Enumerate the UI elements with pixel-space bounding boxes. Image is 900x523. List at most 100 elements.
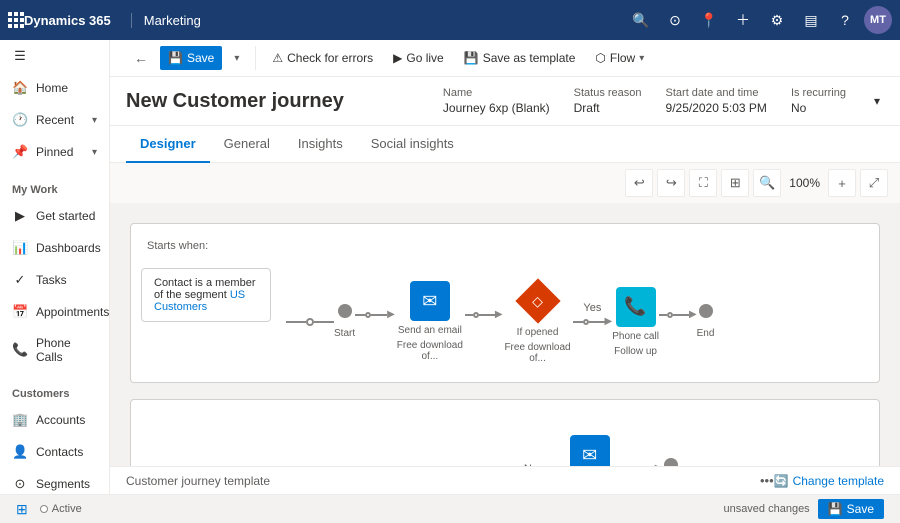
save-dropdown-button[interactable]: ▾ [226, 48, 247, 69]
settings-icon[interactable]: ⚙ [762, 5, 792, 35]
location-icon[interactable]: 📍 [694, 5, 724, 35]
sidebar-item-recent[interactable]: 🕐 Recent ▾ [0, 104, 109, 136]
node-if-opened[interactable]: ◇ If opened Free download of... [503, 279, 573, 364]
tab-general[interactable]: General [210, 126, 284, 163]
condition-start-box: Contact is a member of the segment US Cu… [141, 256, 271, 322]
status-save-button[interactable]: 💾 Save [818, 499, 884, 519]
recurring-value: No [791, 101, 846, 115]
dashboards-icon: 📊 [12, 240, 28, 256]
pin-icon: 📌 [12, 144, 28, 160]
node-email-1[interactable]: ✉ Send an email Free download of... [395, 281, 465, 362]
node-phone-call[interactable]: 📞 Phone call Follow up [612, 287, 659, 357]
connector-email2-end: ▶ [625, 463, 663, 466]
connector-start-email: ▶ [355, 309, 395, 320]
grid-menu-icon[interactable] [8, 12, 24, 28]
template-options-icon[interactable]: ••• [760, 473, 774, 488]
sidebar-item-segments[interactable]: ⊙ Segments [0, 468, 109, 494]
sidebar-item-dashboards[interactable]: 📊 Dashboards [0, 232, 109, 264]
save-dropdown-arrow: ▾ [234, 53, 239, 64]
zoom-out-button[interactable]: 🔍 [753, 169, 781, 197]
check-icon: ⚠ [272, 51, 283, 65]
redo-button[interactable]: ↪ [657, 169, 685, 197]
page-header: New Customer journey Name Journey 6xp (B… [110, 77, 900, 126]
recent-apps-icon[interactable]: ⊙ [660, 5, 690, 35]
fullscreen-button[interactable]: ⤢ [860, 169, 888, 197]
sidebar-item-appointments[interactable]: 📅 Appointments [0, 296, 109, 328]
save-template-button[interactable]: 💾 Save as template [456, 46, 584, 70]
hamburger-icon: ☰ [12, 48, 28, 64]
sidebar-item-pinned[interactable]: 📌 Pinned ▾ [0, 136, 109, 168]
flow-button[interactable]: ⬡ Flow ▾ [587, 46, 652, 70]
line2 [314, 321, 334, 323]
zoom-in-button[interactable]: + [828, 169, 856, 197]
sidebar-item-home[interactable]: 🏠 Home [0, 72, 109, 104]
status-label: Status reason [574, 87, 642, 99]
page-title: New Customer journey [126, 90, 443, 113]
toolbar: ← 💾 Save ▾ ⚠ Check for errors ▶ Go live … [110, 40, 900, 77]
tab-insights[interactable]: Insights [284, 126, 357, 163]
save-label: Save [187, 51, 214, 65]
node-end-1: End [697, 304, 715, 339]
appointments-icon: 📅 [12, 304, 28, 320]
check-errors-button[interactable]: ⚠ Check for errors [264, 46, 381, 70]
connector-to-start [286, 318, 334, 326]
undo-button[interactable]: ↩ [625, 169, 653, 197]
sidebar-segments-label: Segments [36, 477, 97, 491]
go-live-icon: ▶ [393, 51, 402, 65]
phone-calls-icon: 📞 [12, 342, 28, 358]
yes-line: ▶ [573, 316, 613, 327]
add-icon[interactable]: ＋ [728, 5, 758, 35]
save-button[interactable]: 💾 Save [160, 46, 222, 70]
sidebar: ☰ 🏠 Home 🕐 Recent ▾ 📌 Pinned ▾ My Work ▶… [0, 40, 110, 494]
tab-social-insights[interactable]: Social insights [357, 126, 468, 163]
save-template-label: Save as template [483, 51, 576, 65]
sidebar-item-phone-calls[interactable]: 📞 Phone Calls [0, 328, 109, 372]
meta-expand-button[interactable]: ▾ [870, 90, 884, 112]
back-button[interactable]: ← [126, 46, 156, 70]
node-start[interactable]: Start [334, 304, 355, 339]
name-value: Journey 6xp (Blank) [443, 101, 550, 115]
change-template-button[interactable]: 🔄 Change template [774, 474, 884, 488]
status-bar: ⊞ Active unsaved changes 💾 Save [0, 494, 900, 523]
sidebar-item-get-started[interactable]: ▶ Get started [0, 200, 109, 232]
fit-button[interactable]: ⛶ [689, 169, 717, 197]
sidebar-toggle[interactable]: ☰ [0, 40, 109, 72]
user-avatar[interactable]: MT [864, 6, 892, 34]
status-right: unsaved changes 💾 Save [723, 499, 884, 519]
template-label: Customer journey template [126, 474, 752, 488]
phone-sublabel: Follow up [614, 346, 657, 357]
go-live-button[interactable]: ▶ Go live [385, 46, 452, 70]
end-1-circle [699, 304, 713, 318]
sidebar-item-tasks[interactable]: ✓ Tasks [0, 264, 109, 296]
email-1-icon: ✉ [410, 281, 450, 321]
flow-icon: ⬡ [595, 51, 605, 65]
date-value: 9/25/2020 5:03 PM [666, 101, 767, 115]
help-icon[interactable]: ? [830, 5, 860, 35]
start-circle [338, 304, 352, 318]
main-layout: ☰ 🏠 Home 🕐 Recent ▾ 📌 Pinned ▾ My Work ▶… [0, 40, 900, 494]
tab-designer[interactable]: Designer [126, 126, 210, 163]
zoom-value: 100% [789, 176, 820, 190]
date-label: Start date and time [666, 87, 767, 99]
sidebar-item-accounts[interactable]: 🏢 Accounts [0, 404, 109, 436]
app-name: Dynamics 365 [24, 13, 111, 28]
status-save-label: Save [847, 502, 874, 516]
page-meta: Name Journey 6xp (Blank) Status reason D… [443, 87, 884, 115]
line6 [479, 314, 495, 316]
tasks-icon: ✓ [12, 272, 28, 288]
clock-icon: 🕐 [12, 112, 28, 128]
customers-section-header: Customers [0, 380, 109, 404]
sidebar-item-contacts[interactable]: 👤 Contacts [0, 436, 109, 468]
status-left: ⊞ Active [16, 501, 82, 518]
filter-icon[interactable]: ▤ [796, 5, 826, 35]
email-1-label: Send an email [398, 325, 462, 336]
node-email-2[interactable]: ✉ Send an email Reminder message [555, 435, 625, 466]
name-label: Name [443, 87, 550, 99]
end-1-label: End [697, 328, 715, 339]
mywork-section-header: My Work [0, 176, 109, 200]
sidebar-dashboards-label: Dashboards [36, 241, 101, 255]
journey-canvas[interactable]: Starts when: Contact is a member of the … [110, 203, 900, 466]
meta-status: Status reason Draft [574, 87, 642, 115]
search-icon[interactable]: 🔍 [626, 5, 656, 35]
grid-view-button[interactable]: ⊞ [721, 169, 749, 197]
